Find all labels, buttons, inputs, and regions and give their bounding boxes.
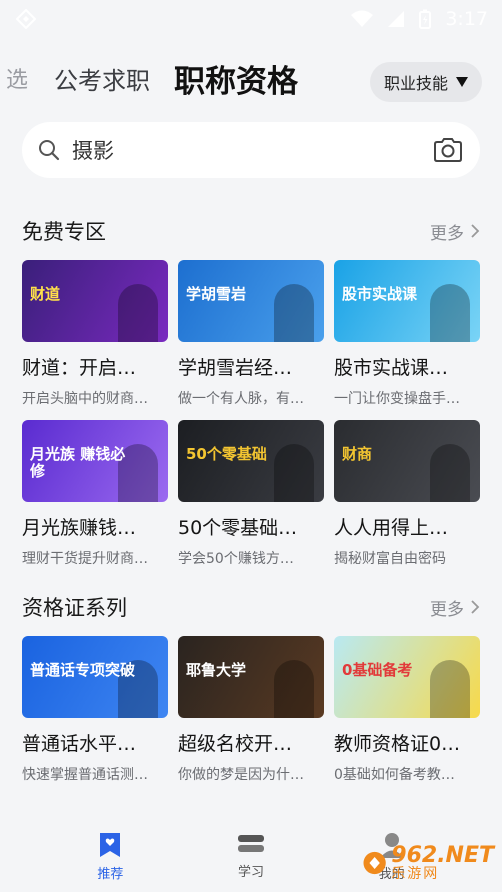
presenter-silhouette — [274, 660, 314, 718]
presenter-silhouette — [274, 284, 314, 342]
search-icon — [39, 140, 60, 161]
course-card[interactable]: 财商人人用得上… 揭秘财富自由密码 — [334, 420, 480, 580]
course-card[interactable]: 股市实战课股市实战课… 一门让你变操盘手… — [334, 260, 480, 420]
chevron-right-icon — [471, 600, 480, 614]
thumbnail-caption: 财商 — [342, 445, 373, 463]
presenter-silhouette — [430, 660, 470, 718]
course-thumbnail: 股市实战课 — [334, 260, 480, 342]
nav-study[interactable]: 学习 — [206, 833, 296, 880]
search-input[interactable] — [72, 138, 432, 162]
presenter-silhouette — [274, 444, 314, 502]
tab-faded-partial[interactable]: 选 — [6, 62, 40, 94]
more-link[interactable]: 更多 — [430, 595, 480, 620]
course-grid-qualification: 普通话专项突破普通话水平… 快速掌握普通话测… 耶鲁大学超级名校开… 你做的梦是因为什… — [0, 636, 502, 796]
nav-recommend[interactable]: 推荐 — [65, 831, 155, 882]
course-subtitle: 快速掌握普通话测… — [22, 767, 148, 783]
nav-label: 学习 — [237, 864, 264, 880]
dropdown-label: 职业技能 — [383, 74, 448, 93]
status-bar: 3:17 — [0, 0, 502, 38]
course-subtitle: 0基础如何备考教… — [334, 767, 455, 783]
thumbnail-caption: 股市实战课 — [342, 285, 418, 303]
battery-icon — [419, 9, 432, 29]
course-title: 股市实战课… — [334, 357, 449, 379]
presenter-silhouette — [430, 284, 470, 342]
course-subtitle: 理财干货提升财商… — [22, 551, 148, 567]
course-card[interactable]: 财道财道：开启… 开启头脑中的财商… — [22, 260, 168, 420]
presenter-silhouette — [430, 444, 470, 502]
course-card[interactable]: 50个零基础 50个零基础… 学会50个赚钱方… — [178, 420, 324, 580]
course-subtitle: 你做的梦是因为什… — [178, 767, 304, 783]
course-subtitle: 做一个有人脉，有… — [178, 391, 304, 407]
course-title: 月光族赚钱… — [22, 517, 137, 539]
thumbnail-caption: 学胡雪岩 — [186, 285, 247, 303]
course-subtitle: 一门让你变操盘手… — [334, 391, 460, 407]
category-tabs: 选 公考求职 职称资格 职业技能 — [0, 38, 502, 118]
signal-icon — [388, 11, 405, 27]
course-grid-free: 财道财道：开启… 开启头脑中的财商… 学胡雪岩学胡雪岩经… 做一个有人脉，有… 股市实战… — [0, 260, 502, 580]
course-title: 财道：开启… — [22, 357, 137, 379]
course-thumbnail: 耶鲁大学 — [178, 636, 324, 718]
tab-civil-exam-jobs[interactable]: 公考求职 — [54, 61, 150, 96]
more-label: 更多 — [430, 223, 464, 244]
clock: 3:17 — [445, 8, 488, 30]
layers-icon — [237, 834, 264, 852]
course-card[interactable]: 耶鲁大学超级名校开… 你做的梦是因为什… — [178, 636, 324, 796]
more-link[interactable]: 更多 — [430, 219, 480, 244]
course-card[interactable]: 普通话专项突破普通话水平… 快速掌握普通话测… — [22, 636, 168, 796]
watermark-logo-icon — [363, 851, 386, 875]
course-subtitle: 学会50个赚钱方… — [178, 551, 294, 567]
camera-icon[interactable] — [432, 136, 464, 164]
course-thumbnail: 普通话专项突破 — [22, 636, 168, 718]
site-watermark: 962.NET 乐游网 — [362, 840, 494, 886]
course-card[interactable]: 学胡雪岩学胡雪岩经… 做一个有人脉，有… — [178, 260, 324, 420]
nav-label: 推荐 — [97, 866, 124, 882]
vocational-skills-dropdown[interactable]: 职业技能 — [369, 62, 482, 102]
course-thumbnail: 财道 — [22, 260, 168, 342]
course-thumbnail: 学胡雪岩 — [178, 260, 324, 342]
app-notification-icon — [16, 9, 36, 29]
section-title: 资格证系列 — [22, 596, 127, 620]
thumbnail-caption: 月光族 赚钱必修 — [30, 445, 126, 480]
watermark-text: 962.NET — [391, 843, 494, 869]
course-title: 学胡雪岩经… — [178, 357, 293, 379]
thumbnail-caption: 财道 — [30, 285, 61, 303]
wifi-icon — [351, 10, 374, 27]
section-title: 免费专区 — [22, 220, 106, 244]
course-card[interactable]: 0基础备考教师资格证0… 0基础如何备考教… — [334, 636, 480, 796]
course-card[interactable]: 月光族 赚钱必修月光族赚钱… 理财干货提升财商… — [22, 420, 168, 580]
thumbnail-caption: 0基础备考 — [342, 661, 413, 679]
course-title: 超级名校开… — [178, 733, 293, 755]
course-thumbnail: 财商 — [334, 420, 480, 502]
watermark-sub: 乐游网 — [391, 866, 440, 883]
thumbnail-caption: 普通话专项突破 — [30, 661, 136, 679]
thumbnail-caption: 耶鲁大学 — [186, 661, 247, 679]
search-bar[interactable] — [22, 122, 480, 178]
triangle-down-icon — [456, 77, 468, 87]
course-title: 教师资格证0… — [334, 733, 461, 755]
course-thumbnail: 月光族 赚钱必修 — [22, 420, 168, 502]
course-title: 普通话水平… — [22, 733, 137, 755]
course-subtitle: 开启头脑中的财商… — [22, 391, 148, 407]
course-title: 50个零基础… — [178, 517, 298, 539]
presenter-silhouette — [118, 284, 158, 342]
more-label: 更多 — [430, 599, 464, 620]
section-header-qualification: 资格证系列 更多 — [0, 592, 502, 622]
tab-professional-title[interactable]: 职称资格 — [174, 56, 298, 101]
course-title: 人人用得上… — [334, 517, 449, 539]
section-header-free: 免费专区 更多 — [0, 216, 502, 246]
bookmark-heart-icon — [100, 832, 121, 857]
thumbnail-caption: 50个零基础 — [186, 445, 267, 463]
course-thumbnail: 50个零基础 — [178, 420, 324, 502]
course-thumbnail: 0基础备考 — [334, 636, 480, 718]
chevron-right-icon — [471, 224, 480, 238]
course-subtitle: 揭秘财富自由密码 — [334, 551, 446, 567]
